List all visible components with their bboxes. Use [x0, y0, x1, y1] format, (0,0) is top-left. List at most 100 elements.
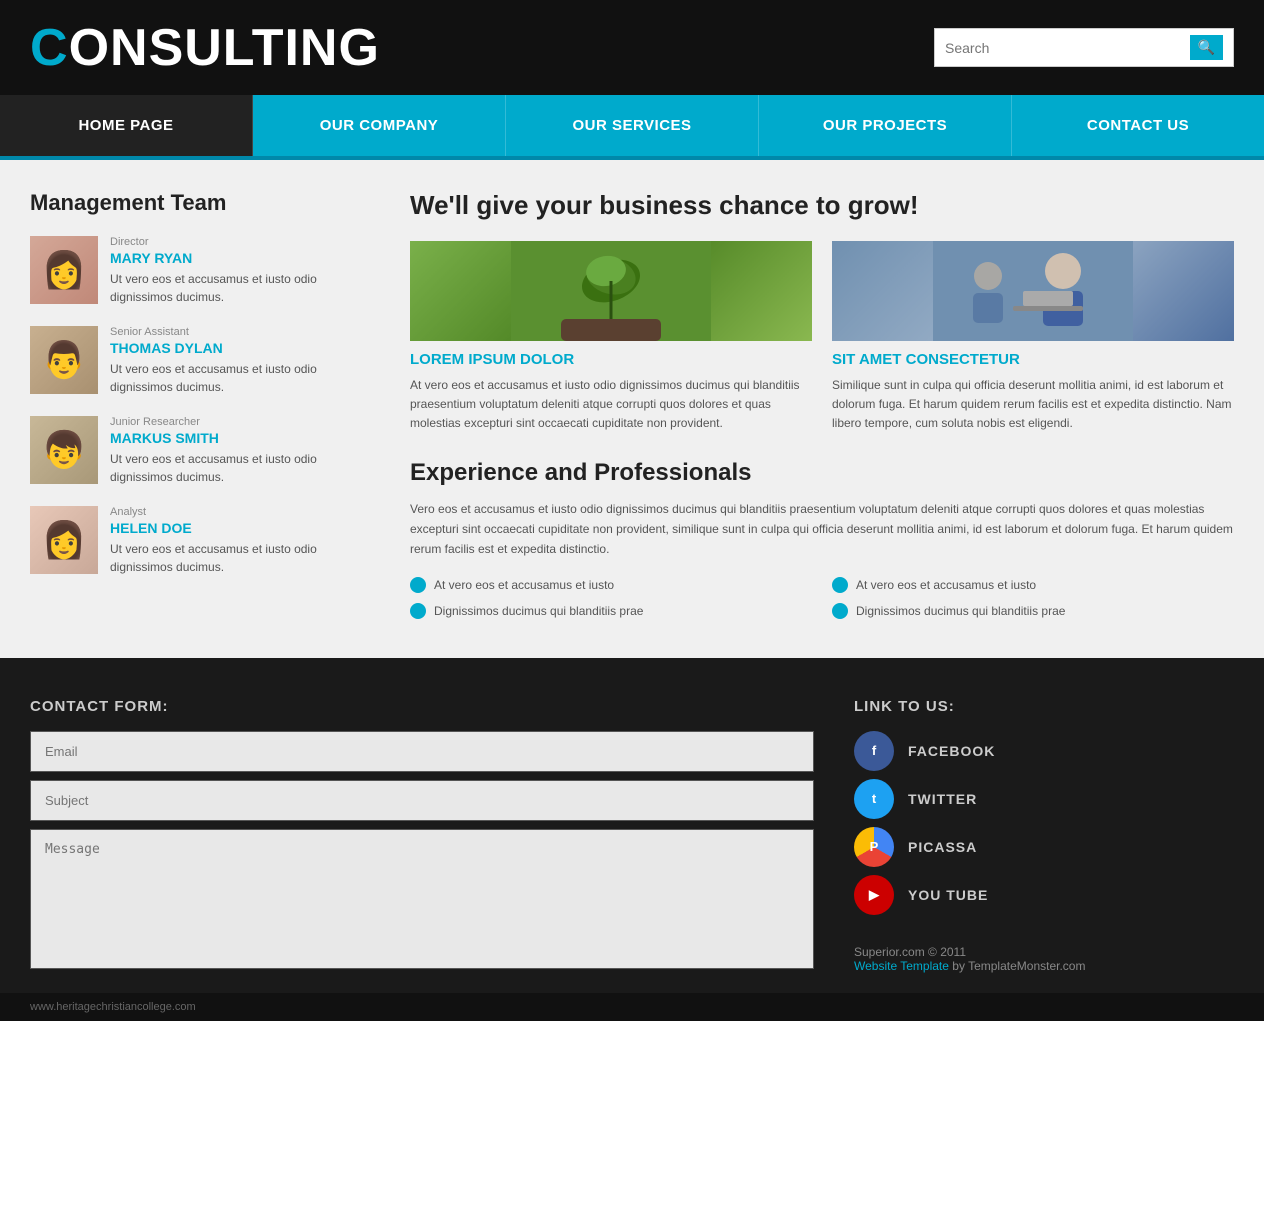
subject-input[interactable] [30, 780, 814, 821]
logo: CONSULTING [30, 18, 380, 78]
navigation: HOME PAGE OUR COMPANY OUR SERVICES OUR P… [0, 95, 1264, 160]
team-photo-mary: 👩 [30, 236, 98, 304]
bullet-item-1: At vero eos et accusamus et iusto [410, 576, 812, 594]
nav-item-company[interactable]: OUR COMPANY [253, 95, 506, 156]
template-link-anchor[interactable]: Website Template [854, 959, 949, 973]
team-photo-markus: 👦 [30, 416, 98, 484]
footer: CONTACT FORM: LINK TO US: f FACEBOOK t T… [0, 658, 1264, 993]
social-links: f FACEBOOK t TWITTER P PICASSA ▶ YOU TUB… [854, 731, 1234, 915]
picasa-icon: P [854, 827, 894, 867]
avatar-thomas: 👨 [30, 326, 98, 394]
team-photo-thomas: 👨 [30, 326, 98, 394]
bullet-item-2: Dignissimos ducimus qui blanditiis prae [410, 602, 812, 620]
articles-row: LOREM IPSUM DOLOR At vero eos et accusam… [410, 241, 1234, 434]
article-img-person [832, 241, 1234, 341]
desc-thomas: Ut vero eos et accusamus et iusto odio d… [110, 360, 370, 396]
search-bar[interactable]: 🔍 [934, 28, 1234, 67]
exp-title: Experience and Professionals [410, 459, 1234, 487]
team-member-thomas: 👨 Senior Assistant THOMAS DYLAN Ut vero … [30, 326, 370, 396]
link-to-us-title: LINK TO US: [854, 698, 1234, 715]
management-team-section: Management Team 👩 Director MARY RYAN Ut … [30, 190, 370, 628]
header: CONSULTING 🔍 [0, 0, 1264, 95]
bullet-item-3: At vero eos et accusamus et iusto [832, 576, 1234, 594]
team-member-markus: 👦 Junior Researcher MARKUS SMITH Ut vero… [30, 416, 370, 486]
twitter-label: TWITTER [908, 791, 977, 807]
article1-title[interactable]: LOREM IPSUM DOLOR [410, 351, 812, 368]
role-markus: Junior Researcher [110, 416, 370, 428]
youtube-label: YOU TUBE [908, 887, 988, 903]
social-facebook[interactable]: f FACEBOOK [854, 731, 1234, 771]
bullet-item-4: Dignissimos ducimus qui blanditiis prae [832, 602, 1234, 620]
team-photo-helen: 👩 [30, 506, 98, 574]
role-thomas: Senior Assistant [110, 326, 370, 338]
team-info-helen: Analyst HELEN DOE Ut vero eos et accusam… [110, 506, 370, 576]
main-content: Management Team 👩 Director MARY RYAN Ut … [0, 160, 1264, 658]
role-mary: Director [110, 236, 370, 248]
desc-markus: Ut vero eos et accusamus et iusto odio d… [110, 450, 370, 486]
team-member-mary: 👩 Director MARY RYAN Ut vero eos et accu… [30, 236, 370, 306]
twitter-icon: t [854, 779, 894, 819]
search-button[interactable]: 🔍 [1190, 35, 1223, 60]
facebook-icon: f [854, 731, 894, 771]
bullet-dot-3 [832, 577, 848, 593]
name-markus: MARKUS SMITH [110, 430, 370, 446]
team-info-markus: Junior Researcher MARKUS SMITH Ut vero e… [110, 416, 370, 486]
management-title: Management Team [30, 190, 370, 216]
bullet-text-4: Dignissimos ducimus qui blanditiis prae [856, 602, 1065, 620]
bullet-col-left: At vero eos et accusamus et iusto Dignis… [410, 576, 812, 628]
message-input[interactable] [30, 829, 814, 969]
name-thomas: THOMAS DYLAN [110, 340, 370, 356]
name-helen: HELEN DOE [110, 520, 370, 536]
nav-bar: HOME PAGE OUR COMPANY OUR SERVICES OUR P… [0, 95, 1264, 156]
contact-form-title: CONTACT FORM: [30, 698, 814, 715]
search-input[interactable] [945, 40, 1190, 56]
bullet-dot-4 [832, 603, 848, 619]
role-helen: Analyst [110, 506, 370, 518]
desc-mary: Ut vero eos et accusamus et iusto odio d… [110, 270, 370, 306]
desc-helen: Ut vero eos et accusamus et iusto odio d… [110, 540, 370, 576]
bullet-text-3: At vero eos et accusamus et iusto [856, 576, 1036, 594]
article2-title[interactable]: SIT AMET CONSECTETUR [832, 351, 1234, 368]
nav-item-projects[interactable]: OUR PROJECTS [759, 95, 1012, 156]
team-member-helen: 👩 Analyst HELEN DOE Ut vero eos et accus… [30, 506, 370, 576]
logo-accent: C [30, 19, 69, 77]
facebook-label: FACEBOOK [908, 743, 995, 759]
social-youtube[interactable]: ▶ YOU TUBE [854, 875, 1234, 915]
main-right-section: We'll give your business chance to grow! [410, 190, 1234, 628]
bullet-dot-1 [410, 577, 426, 593]
exp-text: Vero eos et accusamus et iusto odio dign… [410, 499, 1234, 560]
article-sit: SIT AMET CONSECTETUR Similique sunt in c… [832, 241, 1234, 434]
article-lorem: LOREM IPSUM DOLOR At vero eos et accusam… [410, 241, 812, 434]
avatar-mary: 👩 [30, 236, 98, 304]
social-picasa[interactable]: P PICASSA [854, 827, 1234, 867]
social-twitter[interactable]: t TWITTER [854, 779, 1234, 819]
article2-text: Similique sunt in culpa qui officia dese… [832, 376, 1234, 434]
team-info-thomas: Senior Assistant THOMAS DYLAN Ut vero eo… [110, 326, 370, 396]
contact-form-section: CONTACT FORM: [30, 698, 814, 973]
social-links-section: LINK TO US: f FACEBOOK t TWITTER P PICAS… [854, 698, 1234, 973]
logo-text: ONSULTING [69, 19, 380, 77]
name-mary: MARY RYAN [110, 250, 370, 266]
team-info-mary: Director MARY RYAN Ut vero eos et accusa… [110, 236, 370, 306]
youtube-icon: ▶ [854, 875, 894, 915]
hero-title: We'll give your business chance to grow! [410, 190, 1234, 221]
footer-bottom: www.heritagechristiancollege.com [0, 993, 1264, 1021]
email-input[interactable] [30, 731, 814, 772]
bullet-dot-2 [410, 603, 426, 619]
bullet-list: At vero eos et accusamus et iusto Dignis… [410, 576, 1234, 628]
footer-credits: Superior.com © 2011 Website Template by … [854, 945, 1234, 973]
bullet-text-1: At vero eos et accusamus et iusto [434, 576, 614, 594]
bullet-text-2: Dignissimos ducimus qui blanditiis prae [434, 602, 643, 620]
article-img-plant [410, 241, 812, 341]
picasa-label: PICASSA [908, 839, 977, 855]
bullet-col-right: At vero eos et accusamus et iusto Dignis… [832, 576, 1234, 628]
nav-item-contact[interactable]: CONTACT US [1012, 95, 1264, 156]
article1-text: At vero eos et accusamus et iusto odio d… [410, 376, 812, 434]
avatar-helen: 👩 [30, 506, 98, 574]
credits-text: Superior.com © 2011 [854, 945, 1234, 959]
template-link[interactable]: Website Template by TemplateMonster.com [854, 959, 1234, 973]
nav-item-services[interactable]: OUR SERVICES [506, 95, 759, 156]
template-by: by TemplateMonster.com [949, 959, 1086, 973]
nav-item-home[interactable]: HOME PAGE [0, 95, 253, 156]
footer-url: www.heritagechristiancollege.com [30, 1001, 196, 1013]
